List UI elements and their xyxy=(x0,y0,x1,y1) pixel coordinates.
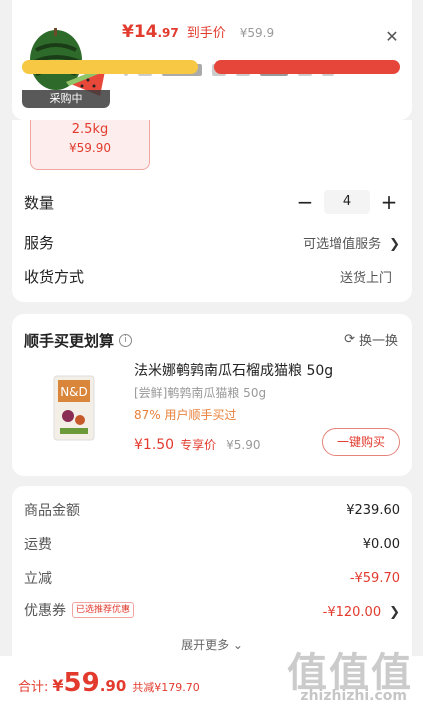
addon-product-image[interactable]: N&D xyxy=(24,358,122,456)
service-value: 可选增值服务 xyxy=(303,237,382,252)
total-label: 合计: xyxy=(18,680,49,695)
selected-sku-option[interactable]: 2.5kg ¥59.90 xyxy=(30,120,150,170)
total-row: 合计: ¥59.90 共减¥179.70 xyxy=(18,668,200,698)
coupon-badge: 已选推荐优惠 xyxy=(72,602,135,618)
addon-price-tag: 专享价 xyxy=(180,438,217,452)
swap-button[interactable]: ⟳ 换一换 xyxy=(344,330,398,349)
quantity-input[interactable]: 4 xyxy=(324,190,370,214)
delivery-value: 送货上门 xyxy=(339,271,392,286)
goods-amount: ¥239.60 xyxy=(346,502,400,518)
coupon-value: -¥120.00 xyxy=(322,604,382,620)
final-price-tag: 到手价 xyxy=(186,26,226,41)
sku-weight: 2.5kg xyxy=(71,122,109,137)
svg-text:N&D: N&D xyxy=(60,385,88,399)
chevron-right-icon: ❯ xyxy=(389,604,400,620)
delivery-label: 收货方式 xyxy=(24,268,85,286)
cat-food-bag-icon: N&D xyxy=(53,375,95,441)
decrease-button[interactable]: − xyxy=(294,190,316,214)
original-price: ¥59.9 xyxy=(239,26,275,40)
service-label: 服务 xyxy=(24,234,55,252)
coupon-label: 优惠券 xyxy=(24,603,66,619)
quantity-row: 数量 − 4 + xyxy=(24,190,400,214)
shipping-row: 运费 ¥0.00 xyxy=(24,536,400,554)
final-price: ¥14.97 xyxy=(122,22,179,42)
shipping-fee: ¥0.00 xyxy=(362,536,400,552)
one-click-buy-button[interactable]: 一键购买 xyxy=(322,428,400,456)
goods-amount-row: 商品金额 ¥239.60 xyxy=(24,502,400,520)
refresh-icon: ⟳ xyxy=(344,332,355,347)
addon-subtitle: [尝鲜]鹌鹑南瓜猫粮 50g xyxy=(134,386,267,400)
addon-card: 顺手买更划算 i ⟳ 换一换 N&D 法米娜鹌鹑南瓜石榴成猫粮 50g [尝鲜]… xyxy=(12,314,412,476)
sku-price: ¥59.90 xyxy=(69,141,111,155)
addon-popularity: 87% 用户顺手买过 xyxy=(134,408,237,422)
addon-title: 顺手买更划算 i xyxy=(24,330,133,351)
addon-name[interactable]: 法米娜鹌鹑南瓜石榴成猫粮 50g xyxy=(134,360,333,380)
quantity-label: 数量 xyxy=(24,193,55,212)
quantity-stepper: − 4 + xyxy=(294,190,400,214)
total-amount: ¥59.90 xyxy=(52,668,127,698)
instant-discount: -¥59.70 xyxy=(349,570,400,586)
addon-original-price: ¥5.90 xyxy=(226,438,261,452)
info-icon[interactable]: i xyxy=(119,334,133,347)
discount-row: 立减 -¥59.70 xyxy=(24,570,400,588)
service-row[interactable]: 服务 可选增值服务 ❯ xyxy=(24,232,400,253)
purchasing-badge: 采购中 xyxy=(22,90,110,108)
close-icon[interactable]: ✕ xyxy=(382,27,402,47)
total-savings: 共减¥179.70 xyxy=(132,681,200,694)
options-card: 2.5kg ¥59.90 数量 − 4 + 服务 可选增值服务 ❯ 收货方式 送货… xyxy=(12,120,412,302)
increase-button[interactable]: + xyxy=(378,190,400,214)
watermark-url: zhizhizhi.com xyxy=(300,688,407,704)
chevron-right-icon: ❯ xyxy=(389,237,400,252)
addon-price-row: ¥1.50 专享价 ¥5.90 xyxy=(134,436,260,453)
add-to-cart-button[interactable] xyxy=(22,60,198,74)
buy-now-button[interactable] xyxy=(214,60,400,74)
order-summary: 商品金额 ¥239.60 运费 ¥0.00 立减 -¥59.70 优惠券 已选推… xyxy=(12,486,412,656)
addon-price: ¥1.50 xyxy=(134,437,175,453)
delivery-row[interactable]: 收货方式 送货上门 xyxy=(24,266,400,287)
price-row: ¥14.97 到手价 ¥59.9 xyxy=(122,22,274,42)
coupon-row[interactable]: 优惠券 已选推荐优惠 -¥120.00 ❯ xyxy=(24,600,400,620)
